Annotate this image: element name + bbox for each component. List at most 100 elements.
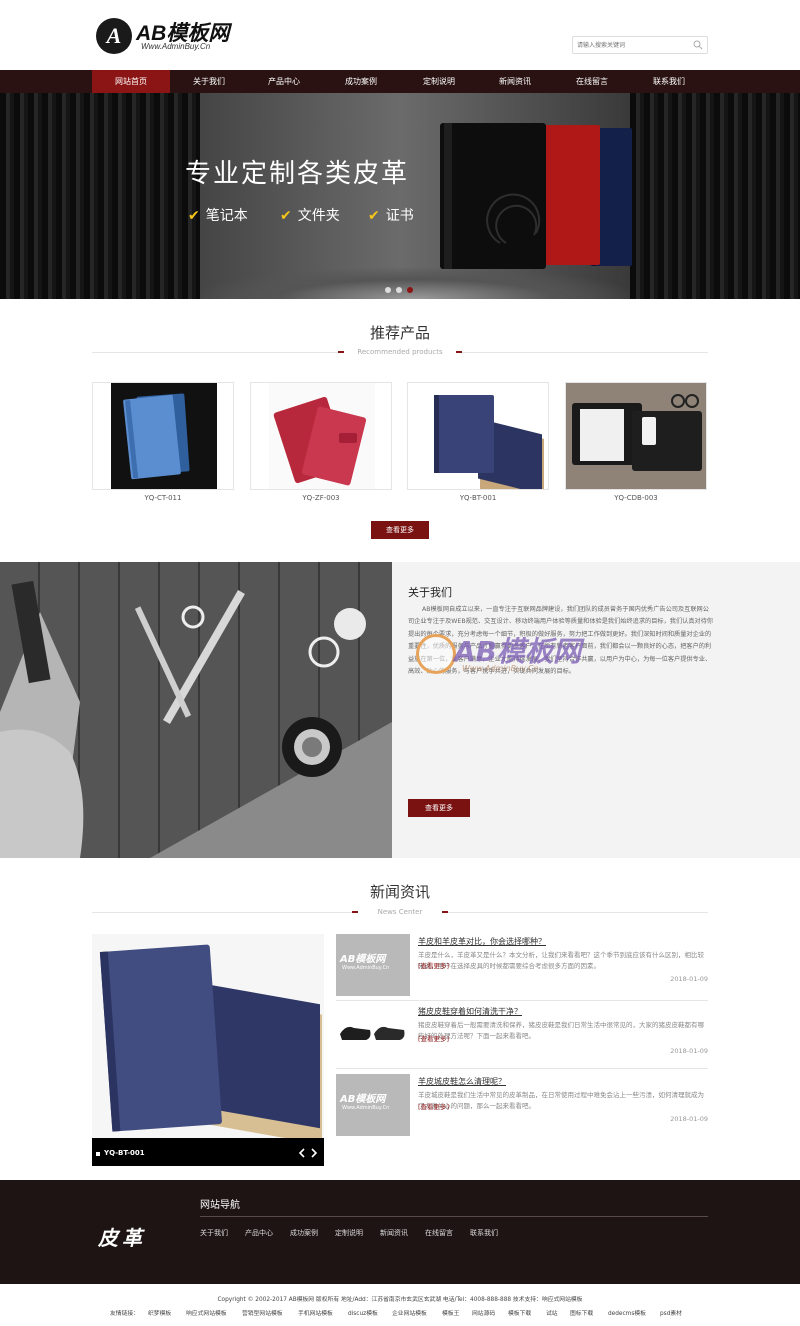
product-image-red-wallet xyxy=(269,383,375,489)
product-card[interactable] xyxy=(92,382,234,490)
banner-feature-certificate: ✔ 证书 xyxy=(368,205,414,225)
news-date: 2018-01-09 xyxy=(670,1115,708,1123)
search-icon[interactable] xyxy=(693,40,703,50)
slider-arrows-icon[interactable] xyxy=(298,1148,318,1158)
news-more-link[interactable]: [查看更多] xyxy=(418,1101,449,1111)
friend-link[interactable]: 模板王 xyxy=(442,1308,459,1317)
slider-dot-3[interactable] xyxy=(407,287,413,293)
friend-link[interactable]: psd素材 xyxy=(660,1308,682,1317)
news-section-title: 新闻资讯 xyxy=(369,883,430,901)
news-date: 2018-01-09 xyxy=(670,975,708,983)
news-thumbnail[interactable]: AB模板网 Www.AdminBuy.Cn xyxy=(336,1074,410,1136)
nav-item-cases[interactable]: 成功案例 xyxy=(322,70,400,93)
product-image-organizer xyxy=(566,383,706,489)
footer-link-contact[interactable]: 联系我们 xyxy=(470,1228,498,1238)
leather-tools-image xyxy=(0,562,392,858)
search-box xyxy=(572,36,708,54)
footer-link-message[interactable]: 在线留言 xyxy=(425,1228,453,1238)
news-item[interactable]: 猪皮皮鞋穿着如何清洗干净？ 猪皮皮鞋穿着后一般需要清洗和保养，猪皮皮鞋是我们日常… xyxy=(336,1004,708,1066)
news-thumbnail[interactable]: AB模板网 Www.AdminBuy.Cn xyxy=(336,934,410,996)
watermark-url: Www.AdminBuy.Cn xyxy=(462,664,539,673)
friend-link[interactable]: 响应式网站模板 xyxy=(186,1308,227,1317)
thumb-watermark: AB模板网 xyxy=(340,954,386,965)
footer-link-products[interactable]: 产品中心 xyxy=(245,1228,273,1238)
products-section-subtitle: Recommended products xyxy=(357,348,443,356)
news-date: 2018-01-09 xyxy=(670,1047,708,1055)
footer-link-news[interactable]: 新闻资讯 xyxy=(380,1228,408,1238)
news-title[interactable]: 羊皮城皮鞋怎么清理呢？ xyxy=(418,1076,506,1087)
news-thumbnail[interactable] xyxy=(336,1004,410,1066)
watermark-circle-icon xyxy=(416,634,456,674)
curtain-left xyxy=(0,93,200,299)
nav-item-products[interactable]: 产品中心 xyxy=(245,70,323,93)
friend-link[interactable]: 织梦模板 xyxy=(148,1308,171,1317)
product-card[interactable] xyxy=(407,382,549,490)
friend-link[interactable]: 网站源码 xyxy=(472,1308,495,1317)
friend-link[interactable]: 企业网站模板 xyxy=(392,1308,427,1317)
friend-link[interactable]: discuz模板 xyxy=(348,1308,378,1317)
products-more-button[interactable]: 查看更多 xyxy=(371,521,429,539)
logo-icon[interactable]: A xyxy=(96,18,132,54)
news-summary: 羊皮城皮鞋是我们生活中常见的皮革制品，在日常使用过程中难免会沾上一些污渍，如何清… xyxy=(418,1091,704,1110)
notebook-stack-image xyxy=(440,123,632,269)
nav-item-custom[interactable]: 定制说明 xyxy=(400,70,478,93)
check-icon: ✔ xyxy=(188,208,200,224)
footer-nav-title: 网站导航 xyxy=(200,1200,240,1211)
news-title[interactable]: 羊皮和羊皮革对比，你会选择哪种？ xyxy=(418,936,546,947)
product-name[interactable]: YQ-BT-001 xyxy=(407,494,549,502)
friend-link[interactable]: 营销型网站模板 xyxy=(242,1308,283,1317)
product-card[interactable] xyxy=(250,382,392,490)
friend-link[interactable]: 试站 xyxy=(546,1308,558,1317)
friend-link[interactable]: 手机网站模板 xyxy=(298,1308,333,1317)
caption-square-icon xyxy=(96,1152,100,1156)
about-image xyxy=(0,562,392,858)
shoes-image xyxy=(340,1026,405,1040)
nav-item-message[interactable]: 在线留言 xyxy=(553,70,631,93)
news-featured-image[interactable] xyxy=(92,934,324,1166)
news-summary: 羊皮是什么，羊皮革又是什么？本文分析，让我们来看看吧？这个季节到底应该有什么区别… xyxy=(418,951,704,970)
product-name[interactable]: YQ-ZF-003 xyxy=(250,494,392,502)
product-name[interactable]: YQ-CT-011 xyxy=(92,494,234,502)
news-more-link[interactable]: [查看更多] xyxy=(418,1033,449,1043)
main-nav: 网站首页 关于我们 产品中心 成功案例 定制说明 新闻资讯 在线留言 联系我们 xyxy=(0,70,800,93)
friend-link[interactable]: dedecms模板 xyxy=(608,1308,646,1317)
nav-item-about[interactable]: 关于我们 xyxy=(170,70,248,93)
product-name[interactable]: YQ-CDB-003 xyxy=(565,494,707,502)
copyright: Copyright © 2002-2017 AB模板网 版权所有 地址/Add：… xyxy=(217,1297,583,1303)
news-more-link[interactable]: [查看更多] xyxy=(418,960,449,970)
product-image-navy-notebooks xyxy=(408,383,548,489)
check-icon: ✔ xyxy=(280,208,292,224)
thumb-url: Www.AdminBuy.Cn xyxy=(342,1105,390,1111)
friend-link[interactable]: 模板下载 xyxy=(508,1308,531,1317)
about-title: 关于我们 xyxy=(408,586,452,599)
bottom-bar xyxy=(0,1284,800,1326)
feature-label: 笔记本 xyxy=(205,208,248,224)
logo-url: Www.AdminBuy.Cn xyxy=(141,42,211,51)
footer-link-custom[interactable]: 定制说明 xyxy=(335,1228,363,1238)
nav-item-contact[interactable]: 联系我们 xyxy=(630,70,708,93)
footer-link-cases[interactable]: 成功案例 xyxy=(290,1228,318,1238)
product-card[interactable] xyxy=(565,382,707,490)
footer-link-about[interactable]: 关于我们 xyxy=(200,1228,228,1238)
friend-link[interactable]: 图标下载 xyxy=(570,1308,593,1317)
curtain-right xyxy=(630,93,800,299)
banner-feature-folder: ✔ 文件夹 xyxy=(280,205,340,225)
nav-item-news[interactable]: 新闻资讯 xyxy=(476,70,554,93)
news-section-subtitle: News Center xyxy=(377,908,423,916)
slider-dot-1[interactable] xyxy=(385,287,391,293)
news-title[interactable]: 猪皮皮鞋穿着如何清洗干净？ xyxy=(418,1006,522,1017)
news-caption: YQ-BT-001 xyxy=(104,1149,145,1157)
news-notebook-image xyxy=(92,934,324,1145)
feature-label: 文件夹 xyxy=(297,208,340,224)
slider-dot-2[interactable] xyxy=(396,287,402,293)
about-more-button[interactable]: 查看更多 xyxy=(408,799,470,817)
news-item[interactable]: AB模板网 Www.AdminBuy.Cn 羊皮和羊皮革对比，你会选择哪种？ 羊… xyxy=(336,934,708,996)
check-icon: ✔ xyxy=(368,208,380,224)
hero-banner[interactable]: 专业定制各类皮革 ✔ 笔记本 ✔ 文件夹 ✔ 证书 xyxy=(0,93,800,299)
news-item[interactable]: AB模板网 Www.AdminBuy.Cn 羊皮城皮鞋怎么清理呢？ 羊皮城皮鞋是… xyxy=(336,1074,708,1136)
search-input[interactable] xyxy=(577,39,687,51)
nav-item-home[interactable]: 网站首页 xyxy=(92,70,170,93)
banner-headline: 专业定制各类皮革 xyxy=(185,159,410,189)
footer-brand: 皮革 xyxy=(98,1226,146,1250)
products-section-title: 推荐产品 xyxy=(369,324,430,342)
